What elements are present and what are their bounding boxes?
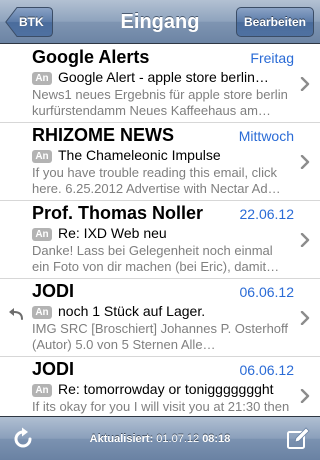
recipient-badge: An — [32, 384, 52, 397]
message-preview: If you have trouble reading this email, … — [32, 165, 281, 196]
updated-label: Aktualisiert: — [89, 433, 154, 445]
message-sender: JODI — [32, 281, 75, 301]
message-sender: Google Alerts — [32, 47, 150, 67]
replied-arrow-icon — [9, 308, 23, 320]
message-preview: If its okay for you I will visit you at … — [32, 399, 290, 414]
message-date: 22.06.12 — [239, 206, 295, 222]
message-subject: Re: tomorrowday or toniggggggght — [58, 381, 274, 397]
message-row[interactable]: Prof. Thomas Noller 22.06.12 An Re: IXD … — [0, 201, 320, 279]
edit-button[interactable]: Bearbeiten — [236, 7, 314, 37]
message-preview: Danke! Lass bei Gelegenheit noch einmal … — [32, 243, 280, 274]
message-date: 06.06.12 — [239, 362, 295, 378]
message-subject: noch 1 Stück auf Lager. — [58, 303, 206, 319]
navigation-bar: BTK Eingang Bearbeiten — [0, 0, 320, 44]
chevron-right-icon — [300, 155, 310, 169]
message-date: Mittwoch — [238, 128, 294, 144]
message-sender: JODI — [32, 359, 75, 379]
recipient-badge: An — [32, 228, 52, 241]
recipient-badge: An — [32, 306, 52, 319]
message-row[interactable]: Google Alerts Freitag An Google Alert - … — [0, 45, 320, 123]
message-sender: RHIZOME NEWS — [32, 125, 174, 145]
bottom-toolbar: Aktualisiert: 01.07.12 08:18 — [0, 416, 320, 460]
compose-icon[interactable] — [286, 427, 310, 451]
message-row[interactable]: RHIZOME NEWS Mittwoch An The Chameleonic… — [0, 123, 320, 201]
message-row[interactable]: JODI 06.06.12 An noch 1 Stück auf Lager.… — [0, 279, 320, 357]
chevron-right-icon — [300, 389, 310, 403]
updated-time: 08:18 — [202, 433, 231, 445]
update-status: Aktualisiert: 01.07.12 08:18 — [0, 417, 320, 460]
message-row[interactable]: JODI 06.06.12 An Re: tomorrowday or toni… — [0, 357, 320, 415]
message-sender: Prof. Thomas Noller — [32, 203, 204, 223]
message-subject: The Chameleonic Impulse — [58, 147, 221, 163]
recipient-badge: An — [32, 150, 52, 163]
message-subject: Google Alert - apple store berlin… — [58, 69, 269, 85]
recipient-badge: An — [32, 72, 52, 85]
message-date: 06.06.12 — [239, 284, 295, 300]
message-preview: IMG SRC [Broschiert] Johannes P. Osterho… — [32, 321, 289, 352]
chevron-right-icon — [300, 77, 310, 91]
message-date: Freitag — [250, 50, 294, 66]
chevron-right-icon — [300, 311, 310, 325]
updated-date: 01.07.12 — [156, 433, 200, 445]
message-list: Google Alerts Freitag An Google Alert - … — [0, 45, 320, 415]
chevron-right-icon — [300, 233, 310, 247]
message-subject: Re: IXD Web neu — [58, 225, 167, 241]
message-preview: News1 neues Ergebnis für apple store ber… — [32, 87, 288, 118]
